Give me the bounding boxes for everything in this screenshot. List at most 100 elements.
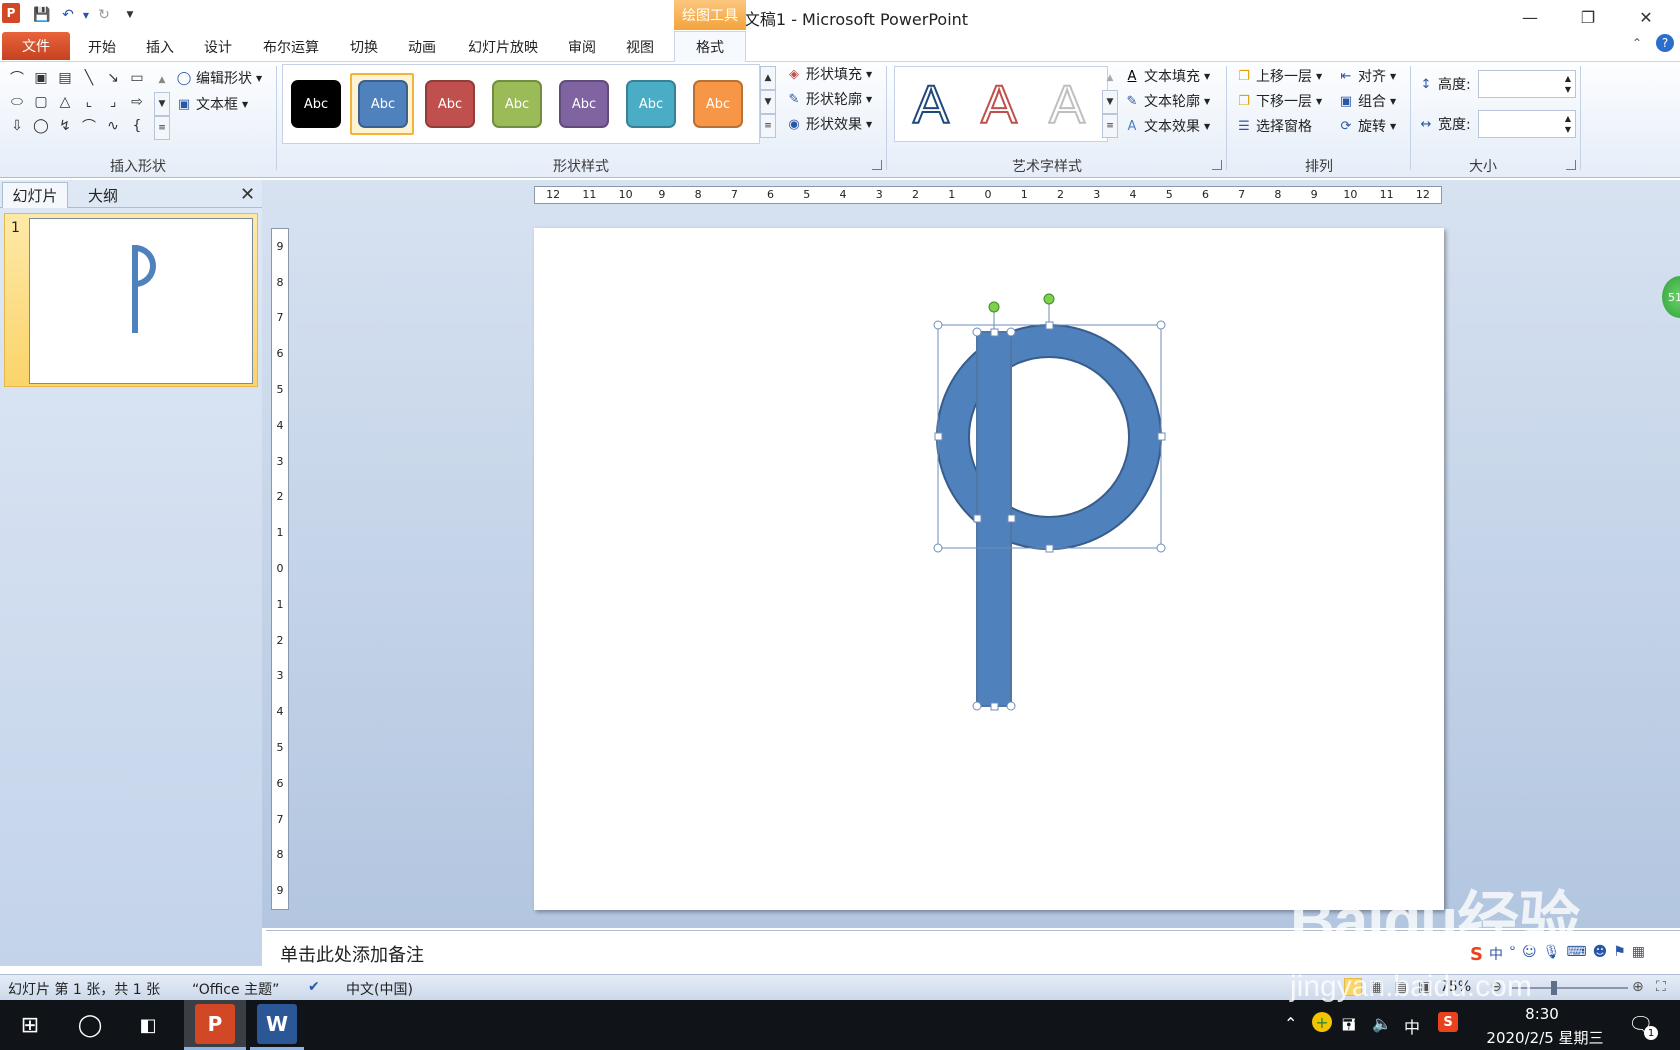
brace-shape-icon[interactable]: {: [126, 116, 148, 136]
minimize-ribbon-icon[interactable]: ⌃: [1632, 36, 1642, 50]
style-scroll-down-icon[interactable]: ▼: [760, 90, 776, 114]
minimize-icon[interactable]: —: [1508, 4, 1552, 30]
arrow-line-shape-icon[interactable]: ↘: [102, 68, 124, 88]
text-effects-button[interactable]: A 文本效果 ▼: [1124, 116, 1211, 136]
security-app-icon[interactable]: +: [1312, 1012, 1332, 1032]
width-input[interactable]: ▲ ▼: [1478, 110, 1576, 138]
group-button[interactable]: ▣ 组合 ▼: [1338, 91, 1396, 111]
tray-overflow-icon[interactable]: ⌃: [1284, 1014, 1297, 1033]
tab-file[interactable]: 文件: [2, 32, 70, 60]
send-backward-button[interactable]: ❐ 下移一层 ▼: [1236, 91, 1322, 111]
ime-user-icon[interactable]: ☻: [1593, 944, 1608, 965]
height-spinner-icon[interactable]: ▲ ▼: [1565, 73, 1571, 95]
wordart-style-blue[interactable]: A: [899, 74, 963, 136]
word-taskbar-button[interactable]: W: [250, 1000, 304, 1050]
shape-style-swatch[interactable]: Abc: [492, 80, 542, 128]
slide-canvas[interactable]: [534, 228, 1444, 910]
right-arrow-shape-icon[interactable]: ⇨: [126, 92, 148, 112]
bring-forward-button[interactable]: ❐ 上移一层 ▼: [1236, 66, 1322, 86]
shape-fill-button[interactable]: ◈ 形状填充 ▼: [786, 64, 872, 84]
theme-status[interactable]: “Office 主题”: [192, 979, 279, 999]
zoom-slider-thumb[interactable]: [1550, 981, 1557, 995]
rotate-button[interactable]: ⟳ 旋转 ▼: [1338, 116, 1397, 136]
bowl-rotation-handle[interactable]: [1043, 293, 1055, 305]
wordart-scroll-down-icon[interactable]: ▼: [1102, 90, 1118, 114]
align-button[interactable]: ⇤ 对齐 ▼: [1338, 66, 1397, 86]
shape-effects-button[interactable]: ◉ 形状效果 ▼: [786, 114, 872, 134]
shape-scroll-up-icon[interactable]: ▲: [154, 68, 170, 92]
clock-time[interactable]: 8:30: [1522, 1005, 1562, 1023]
p-stem-shape[interactable]: [976, 331, 1012, 707]
windows-start-icon[interactable]: ⊞: [2, 1000, 58, 1050]
help-icon[interactable]: ?: [1656, 34, 1674, 52]
slide-thumbnail-selected[interactable]: 1: [4, 213, 258, 387]
tab-outline[interactable]: 大纲: [72, 182, 134, 208]
wordart-gallery-more-icon[interactable]: ≡: [1102, 114, 1118, 138]
shape-style-swatch[interactable]: Abc: [693, 80, 743, 128]
tab-format[interactable]: 格式: [674, 31, 746, 62]
powerpoint-taskbar-button[interactable]: P: [184, 1000, 246, 1050]
close-icon[interactable]: ✕: [1624, 4, 1668, 30]
style-gallery-more-icon[interactable]: ≡: [760, 114, 776, 138]
selection-pane-button[interactable]: ☰ 选择窗格: [1236, 116, 1312, 136]
textbox-shape-icon[interactable]: ▣: [30, 68, 52, 88]
text-fill-button[interactable]: A 文本填充 ▼: [1124, 66, 1211, 86]
text-outline-button[interactable]: ✎ 文本轮廓 ▼: [1124, 91, 1211, 111]
volume-icon[interactable]: 🔈: [1372, 1014, 1392, 1033]
scribble-shape-icon[interactable]: ∿: [102, 116, 124, 136]
sogou-tray-icon[interactable]: S: [1438, 1012, 1458, 1032]
spelling-check-icon[interactable]: ✔: [308, 979, 320, 995]
down-arrow-shape-icon[interactable]: ⇩: [6, 116, 28, 136]
ime-menu-icon[interactable]: ▦: [1632, 944, 1645, 965]
freeform-shape-icon[interactable]: ◯: [30, 116, 52, 136]
rectangle-shape-icon[interactable]: ▭: [126, 68, 148, 88]
width-spinner-icon[interactable]: ▲ ▼: [1565, 113, 1571, 135]
rounded-rectangle-shape-icon[interactable]: ▢: [30, 92, 52, 112]
tab-slideshow[interactable]: 幻灯片放映: [460, 35, 546, 59]
tab-insert[interactable]: 插入: [138, 35, 182, 59]
height-input[interactable]: ▲ ▼: [1478, 70, 1576, 98]
tab-slides[interactable]: 幻灯片: [2, 182, 68, 208]
tab-design[interactable]: 设计: [196, 35, 240, 59]
line-shape-icon[interactable]: ╲: [78, 68, 100, 88]
p-bowl-shape[interactable]: [936, 323, 1162, 551]
tab-view[interactable]: 视图: [618, 35, 662, 59]
shape-gallery-more-icon[interactable]: ≡: [154, 116, 170, 140]
wordart-style-gray[interactable]: A: [1035, 74, 1099, 136]
arc-shape-icon[interactable]: ⌒: [6, 68, 28, 88]
tab-boolean[interactable]: 布尔运算: [256, 35, 326, 59]
fit-to-window-icon[interactable]: ⛶: [1656, 979, 1666, 995]
shape-style-swatch[interactable]: Abc: [425, 80, 475, 128]
shape-style-swatch[interactable]: Abc: [559, 80, 609, 128]
clock-date[interactable]: 2020/2/5 星期三: [1480, 1027, 1610, 1048]
shape-style-swatch[interactable]: Abc: [626, 80, 676, 128]
shape-style-swatch[interactable]: Abc: [291, 80, 341, 128]
text-box-button[interactable]: ▣ 文本框 ▼: [176, 94, 248, 114]
close-pane-icon[interactable]: ✕: [240, 184, 255, 205]
wordart-launcher-icon[interactable]: [1212, 160, 1222, 170]
curve-shape-icon[interactable]: ⌒: [78, 116, 100, 136]
tab-home[interactable]: 开始: [80, 35, 124, 59]
restore-icon[interactable]: ❐: [1566, 4, 1610, 30]
task-view-icon[interactable]: ◧: [120, 1000, 176, 1050]
shape-style-swatch[interactable]: Abc: [358, 80, 408, 128]
language-status[interactable]: 中文(中国): [346, 979, 413, 999]
elbow-connector-shape-icon[interactable]: ⌞: [78, 92, 100, 112]
lightning-shape-icon[interactable]: ↯: [54, 116, 76, 136]
shape-outline-button[interactable]: ✎ 形状轮廓 ▼: [786, 89, 873, 109]
ime-mode-indicator[interactable]: 中: [1404, 1014, 1420, 1038]
wordart-scroll-up-icon[interactable]: ▲: [1102, 66, 1118, 90]
oval-shape-icon[interactable]: ⬭: [6, 92, 28, 112]
ime-skin-icon[interactable]: ⚑: [1613, 944, 1626, 965]
stem-rotation-handle[interactable]: [988, 301, 1000, 313]
zoom-in-icon[interactable]: ⊕: [1632, 979, 1644, 995]
edit-shape-button[interactable]: ◯ 编辑形状 ▼: [176, 68, 262, 88]
elbow-arrow-connector-shape-icon[interactable]: ⌟: [102, 92, 124, 112]
slide-thumbnail[interactable]: [29, 218, 253, 384]
shape-styles-launcher-icon[interactable]: [872, 160, 882, 170]
tab-transitions[interactable]: 切换: [342, 35, 386, 59]
tab-review[interactable]: 审阅: [560, 35, 604, 59]
cortana-search-icon[interactable]: ◯: [62, 1000, 118, 1050]
network-icon[interactable]: 🖬: [1342, 1014, 1356, 1041]
tab-animations[interactable]: 动画: [400, 35, 444, 59]
